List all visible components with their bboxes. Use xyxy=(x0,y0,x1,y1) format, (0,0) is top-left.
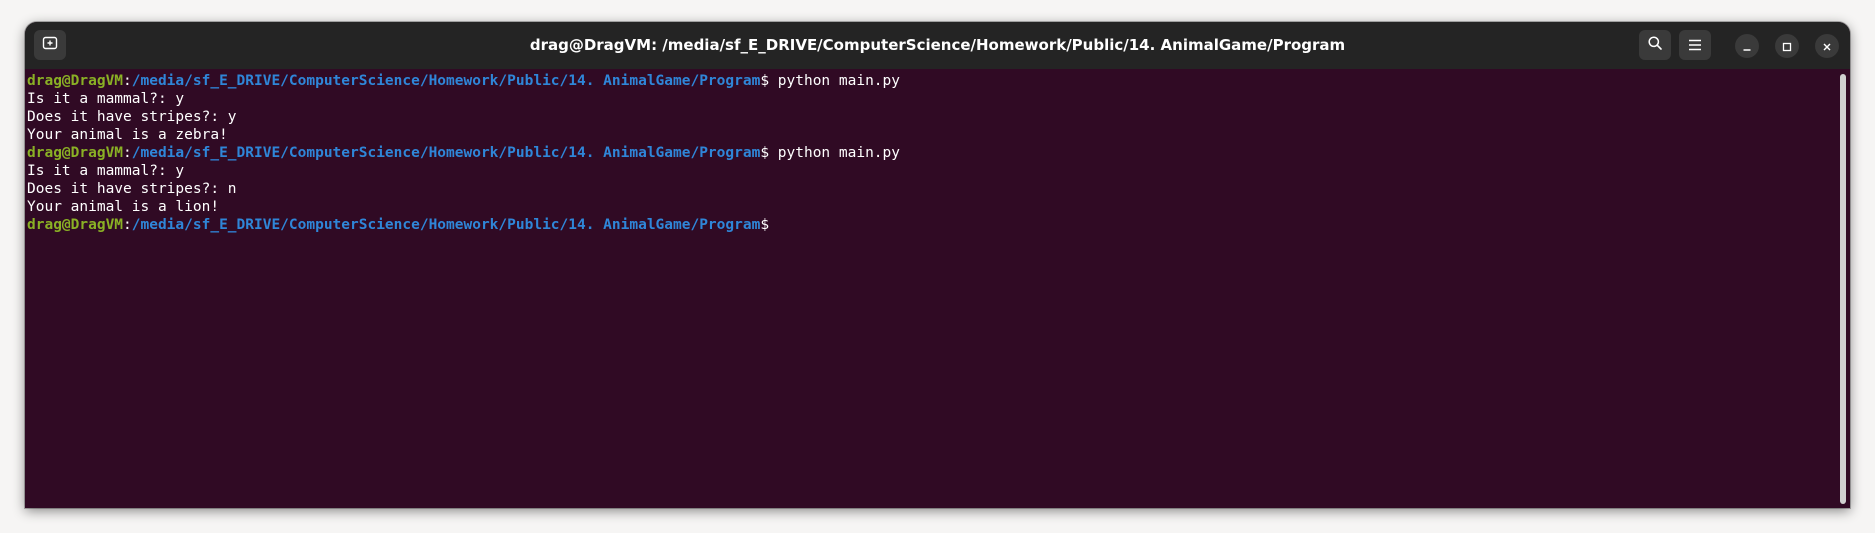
prompt-dollar: $ xyxy=(760,73,778,89)
hamburger-menu-icon xyxy=(1688,36,1702,55)
prompt-command: python main.py xyxy=(777,73,900,89)
new-tab-button[interactable] xyxy=(34,30,66,60)
prompt-path: /media/sf_E_DRIVE/ComputerScience/Homewo… xyxy=(131,73,761,89)
minimize-button[interactable] xyxy=(1735,34,1759,58)
scrollbar[interactable] xyxy=(1840,74,1846,504)
title-bar[interactable]: drag@DragVM: /media/sf_E_DRIVE/ComputerS… xyxy=(25,22,1850,69)
output-line: Does it have stripes?: n xyxy=(27,181,237,197)
prompt-dollar: $ xyxy=(760,217,770,233)
menu-button[interactable] xyxy=(1679,30,1711,60)
prompt-separator: : xyxy=(123,73,132,89)
prompt-separator: : xyxy=(123,217,132,233)
terminal-window: drag@DragVM: /media/sf_E_DRIVE/ComputerS… xyxy=(25,22,1850,508)
maximize-button[interactable] xyxy=(1775,34,1799,58)
search-button[interactable] xyxy=(1639,30,1671,60)
search-icon xyxy=(1647,35,1663,55)
minimize-icon xyxy=(1742,37,1752,56)
new-tab-icon xyxy=(42,35,58,55)
terminal-output[interactable]: drag@DragVM:/media/sf_E_DRIVE/ComputerSc… xyxy=(25,69,1850,508)
prompt-path: /media/sf_E_DRIVE/ComputerScience/Homewo… xyxy=(131,145,761,161)
prompt-user: drag@DragVM xyxy=(27,217,124,233)
output-line: Is it a mammal?: y xyxy=(27,163,185,179)
prompt-line: drag@DragVM:/media/sf_E_DRIVE/ComputerSc… xyxy=(27,144,1850,162)
prompt-line: drag@DragVM:/media/sf_E_DRIVE/ComputerSc… xyxy=(27,216,1850,234)
window-title: drag@DragVM: /media/sf_E_DRIVE/ComputerS… xyxy=(529,36,1346,54)
output-line: Does it have stripes?: y xyxy=(27,109,237,125)
prompt-path: /media/sf_E_DRIVE/ComputerScience/Homewo… xyxy=(131,217,761,233)
output-line: Your animal is a zebra! xyxy=(27,127,228,143)
prompt-user: drag@DragVM xyxy=(27,145,124,161)
output-line: Your animal is a lion! xyxy=(27,199,220,215)
prompt-user: drag@DragVM xyxy=(27,73,124,89)
close-icon xyxy=(1822,37,1832,56)
prompt-line: drag@DragVM:/media/sf_E_DRIVE/ComputerSc… xyxy=(27,72,1850,90)
prompt-dollar: $ xyxy=(760,145,778,161)
prompt-separator: : xyxy=(123,145,132,161)
output-line: Is it a mammal?: y xyxy=(27,91,185,107)
prompt-command: python main.py xyxy=(777,145,900,161)
maximize-icon xyxy=(1782,37,1792,56)
close-button[interactable] xyxy=(1815,34,1839,58)
